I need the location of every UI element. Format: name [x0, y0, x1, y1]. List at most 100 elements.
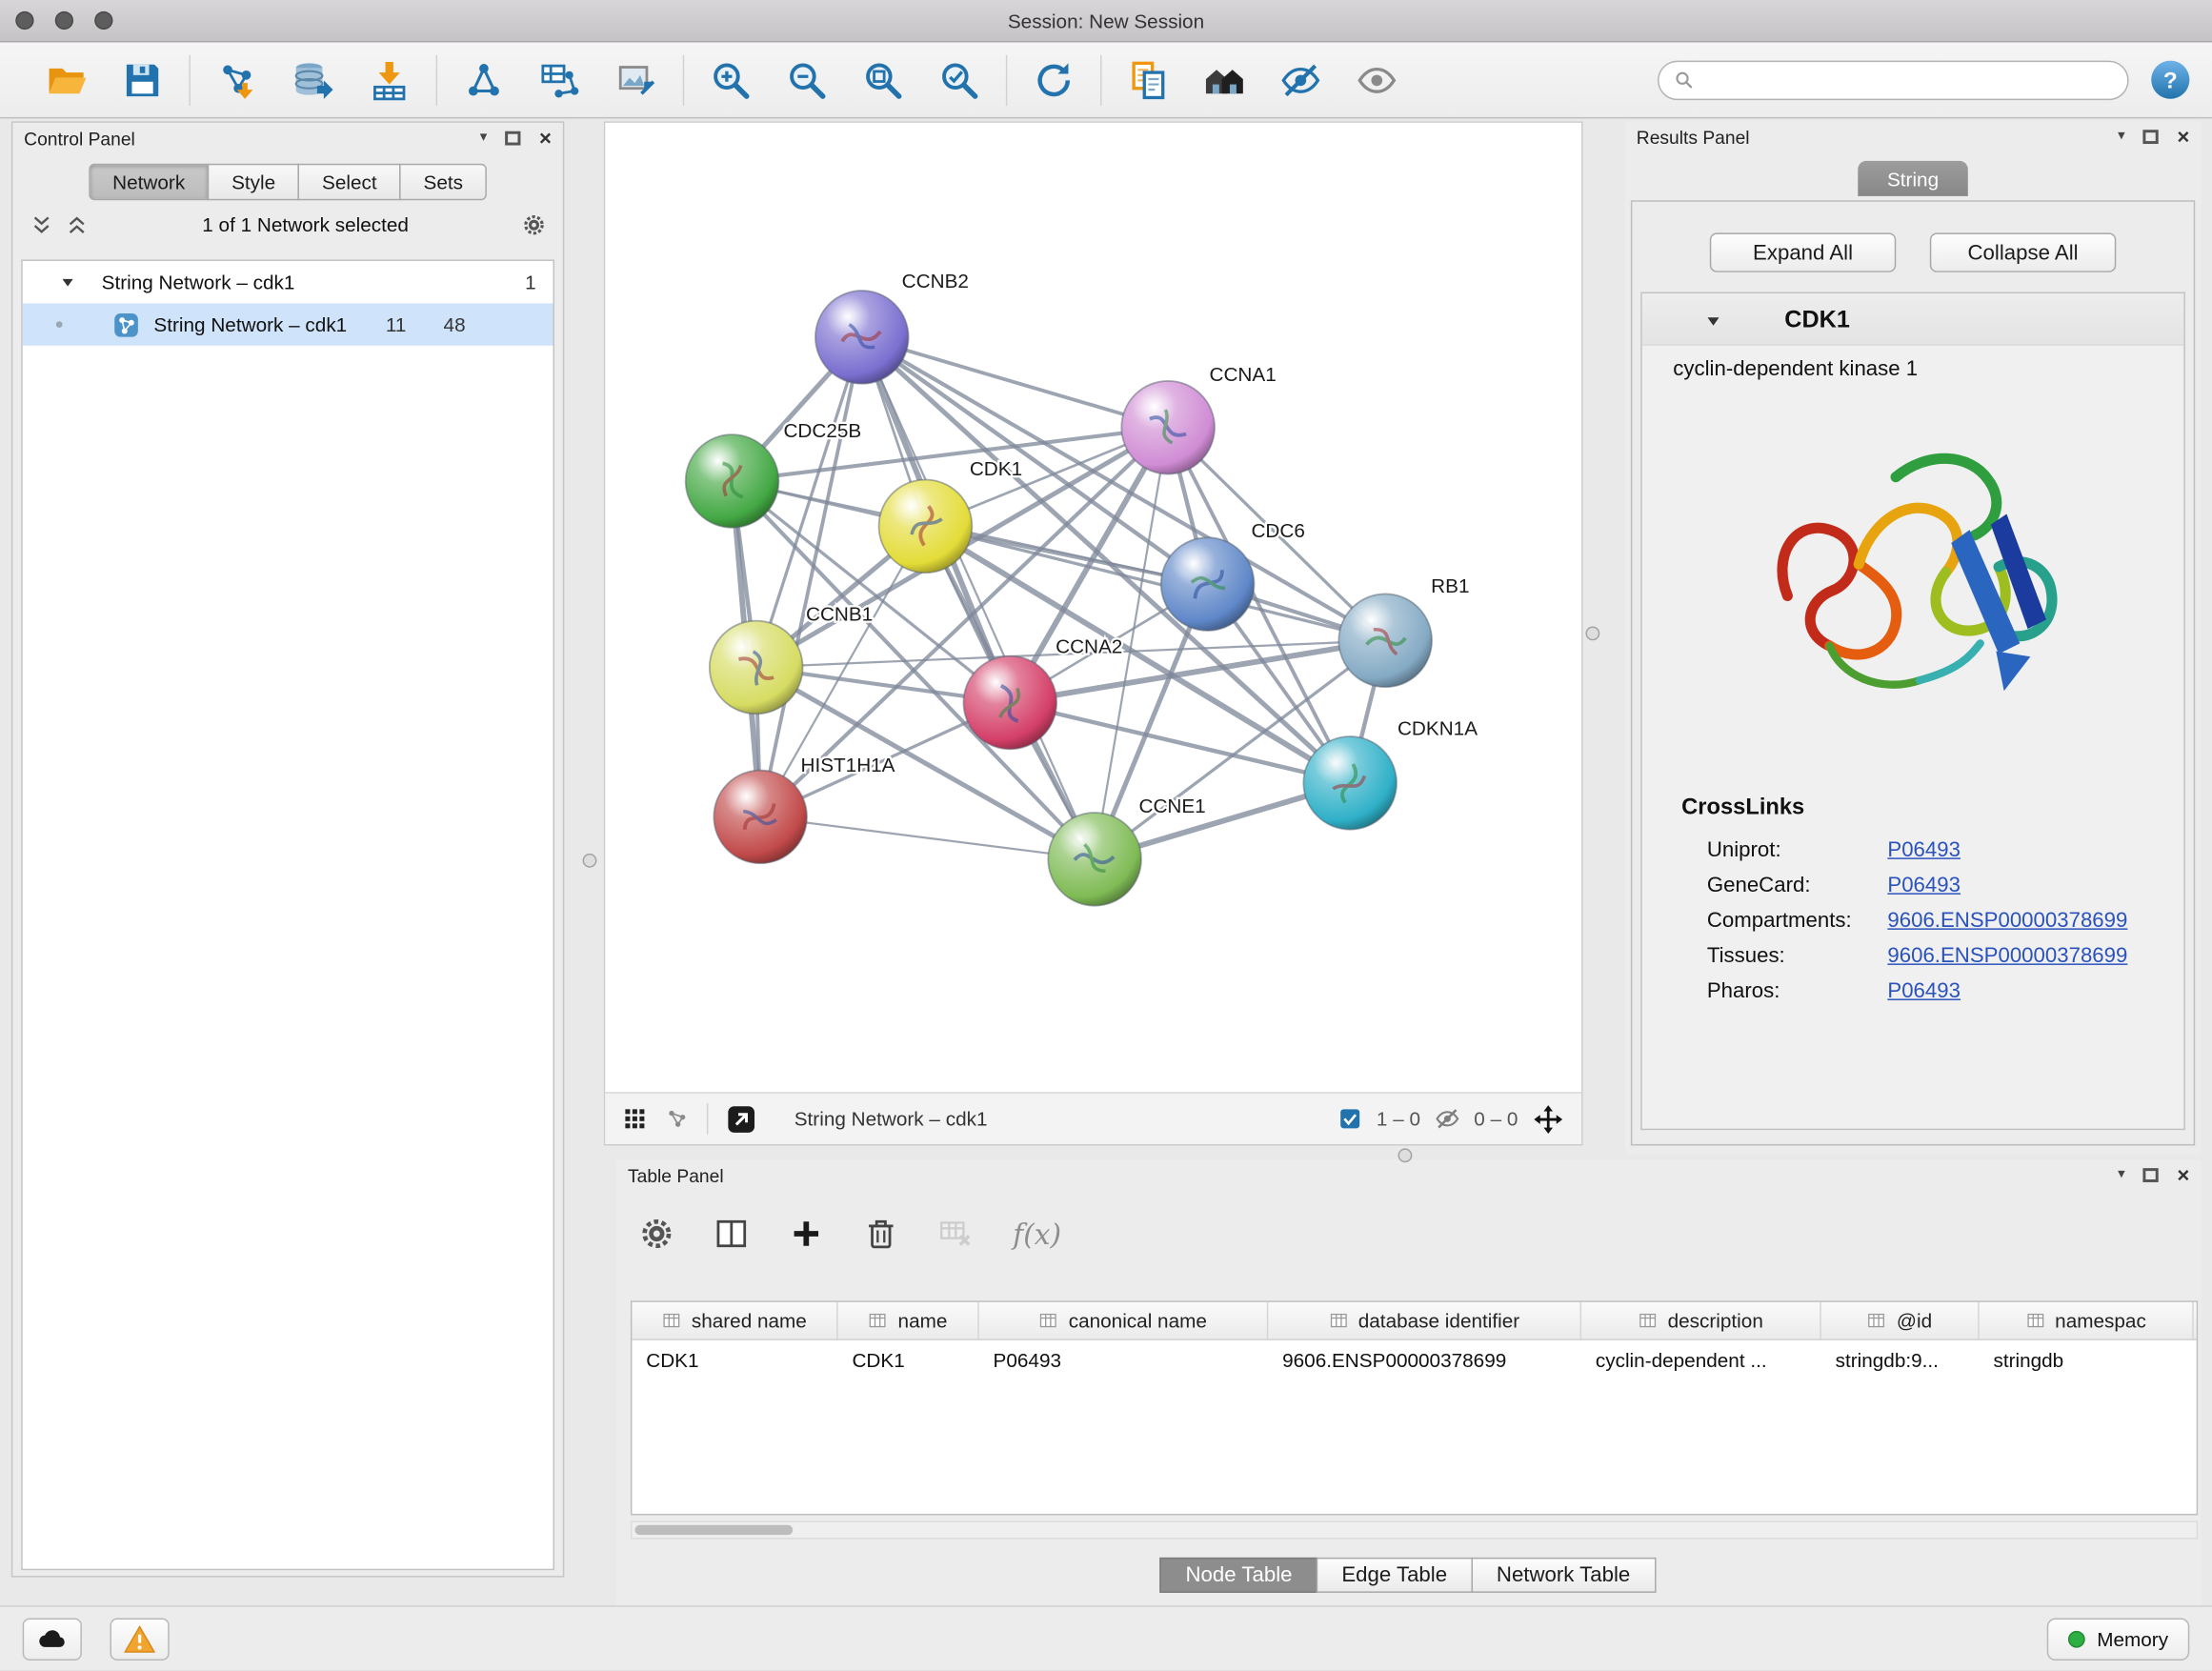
pan-move-icon[interactable] — [1532, 1102, 1564, 1135]
gear-icon — [522, 212, 546, 236]
tab-select[interactable]: Select — [298, 164, 401, 201]
network-options-button[interactable] — [522, 212, 546, 236]
status-bar: Memory — [0, 1605, 2212, 1670]
gene-disclosure-icon[interactable] — [1704, 312, 1722, 330]
delete-column-button[interactable] — [863, 1217, 898, 1252]
annotate-network-button[interactable] — [604, 50, 669, 110]
network-edge[interactable] — [925, 526, 1385, 640]
network-edge[interactable] — [760, 337, 862, 816]
minimize-window-button[interactable] — [55, 11, 73, 30]
network-edge[interactable] — [862, 337, 1095, 859]
node-label-CCNB2: CCNB2 — [902, 271, 969, 292]
network-overview-icon[interactable] — [664, 1106, 690, 1132]
open-session-button[interactable] — [34, 50, 99, 110]
close-window-button[interactable] — [15, 11, 33, 30]
zoom-out-button[interactable] — [774, 50, 839, 110]
crosslink-row: GeneCard:P06493 — [1642, 868, 2184, 903]
column-header-name[interactable]: name — [838, 1302, 979, 1339]
memory-label: Memory — [2097, 1627, 2168, 1650]
cloud-status-button[interactable] — [23, 1618, 82, 1660]
add-column-button[interactable] — [789, 1217, 824, 1252]
save-session-button[interactable] — [111, 50, 175, 110]
refresh-layout-button[interactable] — [1021, 50, 1086, 110]
panel-close-icon[interactable]: × — [2177, 1164, 2189, 1185]
home-button[interactable] — [1192, 50, 1257, 110]
network-edge[interactable] — [760, 816, 1095, 858]
help-button[interactable]: ? — [2148, 58, 2192, 102]
table-settings-button[interactable] — [639, 1217, 674, 1252]
import-table-file-button[interactable] — [357, 50, 422, 110]
network-collection-row[interactable]: String Network – cdk1 1 — [23, 261, 553, 303]
tree-collapse-all-button[interactable] — [30, 212, 53, 236]
node-label-CCNA2: CCNA2 — [1056, 636, 1122, 658]
warnings-button[interactable] — [111, 1618, 170, 1660]
right-splitter-handle[interactable] — [1585, 627, 1599, 641]
left-splitter-handle[interactable] — [583, 854, 597, 868]
collection-disclosure-icon[interactable] — [59, 273, 76, 291]
panel-menu-icon[interactable]: ▾ — [2118, 130, 2124, 144]
network-from-table-button[interactable] — [528, 50, 593, 110]
tab-sets[interactable]: Sets — [399, 164, 487, 201]
crosslink-tissues-link[interactable]: 9606.ENSP00000378699 — [1887, 944, 2127, 968]
zoom-fit-button[interactable] — [851, 50, 915, 110]
tree-expand-all-button[interactable] — [65, 212, 89, 236]
function-builder-button[interactable]: f(x) — [1013, 1217, 1061, 1251]
panel-float-icon[interactable] — [2143, 130, 2159, 144]
selected-checkbox-icon[interactable] — [1337, 1106, 1362, 1132]
column-header-namespac[interactable]: namespac — [1980, 1302, 2194, 1339]
export-view-icon[interactable] — [725, 1102, 757, 1135]
clear-table-button[interactable] — [938, 1217, 974, 1252]
panel-menu-icon[interactable]: ▾ — [480, 131, 487, 146]
import-network-database-button[interactable] — [281, 50, 346, 110]
collection-count: 1 — [525, 271, 536, 293]
hidden-count: 0 – 0 — [1474, 1107, 1518, 1130]
network-row[interactable]: String Network – cdk1 11 48 — [23, 303, 553, 345]
table-cell: CDK1 — [838, 1348, 979, 1371]
toggle-columns-button[interactable] — [714, 1217, 749, 1252]
memory-button[interactable]: Memory — [2047, 1618, 2189, 1660]
node-label-RB1: RB1 — [1431, 575, 1469, 597]
tab-string[interactable]: String — [1858, 161, 1968, 196]
tab-edge-table[interactable]: Edge Table — [1317, 1558, 1473, 1593]
crosslink-uniprot-link[interactable]: P06493 — [1887, 838, 1961, 862]
node-table: shared namenamecanonical namedatabase id… — [631, 1300, 2198, 1515]
gene-section-header[interactable]: CDK1 — [1642, 293, 2184, 346]
crosslink-compartments-link[interactable]: 9606.ENSP00000378699 — [1887, 909, 2127, 933]
scrollbar-thumb[interactable] — [634, 1525, 793, 1535]
tab-network-table[interactable]: Network Table — [1471, 1558, 1656, 1593]
column-header-database-identifier[interactable]: database identifier — [1268, 1302, 1581, 1339]
collapse-all-button[interactable]: Collapse All — [1930, 232, 2116, 272]
column-header-canonical-name[interactable]: canonical name — [979, 1302, 1269, 1339]
panel-float-icon[interactable] — [505, 131, 520, 146]
column-header-@id[interactable]: @id — [1821, 1302, 1980, 1339]
tab-style[interactable]: Style — [208, 164, 299, 201]
show-details-button[interactable] — [1344, 50, 1409, 110]
bottom-splitter-handle[interactable] — [1398, 1148, 1413, 1162]
panel-float-icon[interactable] — [2143, 1168, 2159, 1182]
zoom-selected-button[interactable] — [927, 50, 992, 110]
grid-view-icon[interactable] — [622, 1106, 648, 1132]
results-panel: Results Panel ▾ × String Expand All Coll… — [1625, 121, 2201, 1154]
horizontal-scrollbar[interactable] — [631, 1520, 2198, 1539]
column-header-shared-name[interactable]: shared name — [632, 1302, 837, 1339]
import-network-file-button[interactable] — [205, 50, 270, 110]
column-header-description[interactable]: description — [1581, 1302, 1821, 1339]
crosslinks-list: Uniprot:P06493GeneCard:P06493Compartment… — [1642, 833, 2184, 1009]
new-network-button[interactable] — [452, 50, 516, 110]
expand-all-button[interactable]: Expand All — [1710, 232, 1896, 272]
network-canvas[interactable]: CCNB2CCNA1CDC25BCDK1CDC6RB1CCNB1CCNA2CDK… — [605, 123, 1581, 1092]
hide-details-button[interactable] — [1268, 50, 1333, 110]
zoom-in-button[interactable] — [698, 50, 763, 110]
crosslink-genecard-link[interactable]: P06493 — [1887, 874, 1961, 897]
panel-menu-icon[interactable]: ▾ — [2118, 1168, 2124, 1182]
panel-close-icon[interactable]: × — [2177, 127, 2189, 148]
copy-document-button[interactable] — [1116, 50, 1180, 110]
tab-node-table[interactable]: Node Table — [1160, 1558, 1317, 1593]
crosslink-pharos-link[interactable]: P06493 — [1887, 979, 1961, 1003]
panel-close-icon[interactable]: × — [539, 128, 552, 149]
tab-network[interactable]: Network — [89, 164, 209, 201]
maximize-window-button[interactable] — [94, 11, 112, 30]
table-row[interactable]: CDK1CDK1P064939606.ENSP00000378699cyclin… — [632, 1340, 2196, 1379]
table-cell: stringdb:9... — [1821, 1348, 1980, 1371]
search-input[interactable] — [1702, 69, 2113, 91]
